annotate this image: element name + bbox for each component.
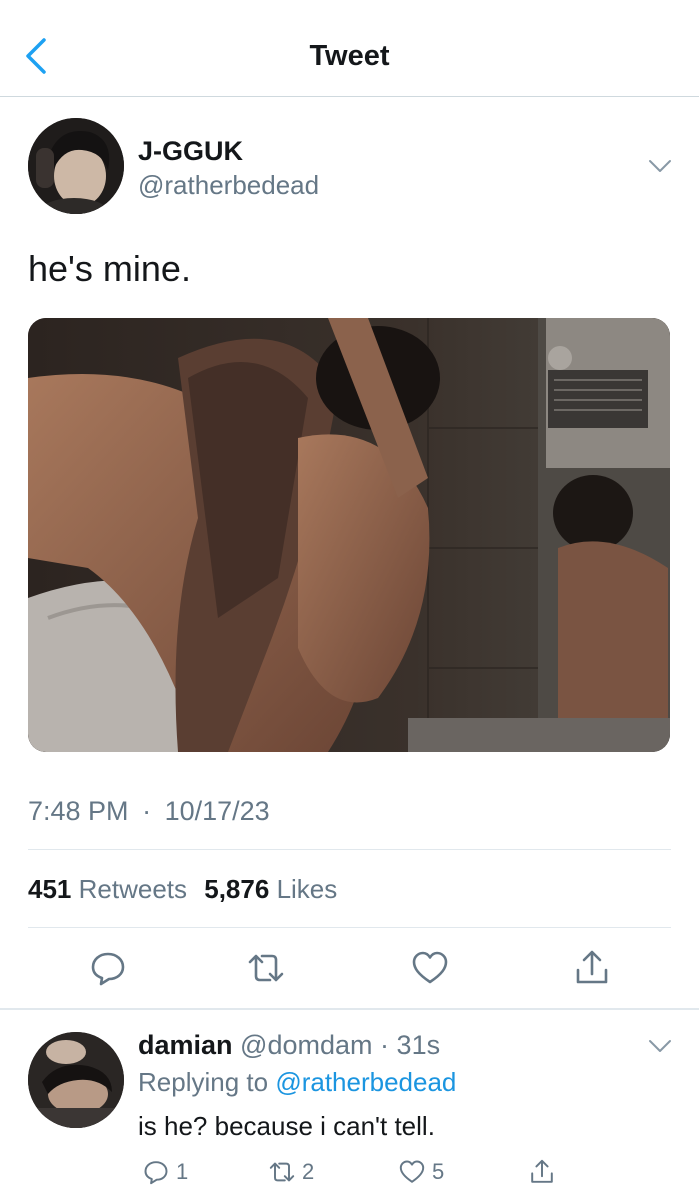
heart-icon (412, 951, 448, 984)
reply-author-name[interactable]: damian (138, 1030, 233, 1060)
replying-handle-link[interactable]: @ratherbedead (275, 1067, 456, 1097)
reply-retweet-count: 2 (302, 1159, 315, 1184)
tweet-media-image[interactable] (28, 318, 670, 752)
share-button[interactable] (572, 948, 612, 988)
like-button[interactable] (410, 948, 450, 988)
retweet-button[interactable] (246, 948, 286, 988)
reply-author-handle[interactable]: @domdam (240, 1030, 372, 1060)
retweet-icon (248, 954, 284, 982)
reply-like-count: 5 (432, 1159, 445, 1184)
timestamp-separator: · (142, 796, 152, 826)
tweet-menu-button[interactable] (648, 158, 672, 174)
nav-bar: Tweet (0, 0, 699, 97)
tweet-text: he's mine. (28, 248, 191, 289)
tweet-timestamp: 7:48 PM · 10/17/23 (28, 796, 270, 827)
reply-action-bar: 1 2 5 (138, 1158, 678, 1190)
reply-like-button[interactable]: 5 (398, 1158, 444, 1186)
reply-text: is he? because i can't tell. (138, 1111, 435, 1141)
section-divider (0, 1008, 699, 1010)
chevron-down-icon (649, 1040, 671, 1052)
reply-share-button[interactable] (528, 1158, 556, 1186)
divider (28, 849, 671, 850)
reply-reply-button[interactable]: 1 (142, 1158, 188, 1186)
replying-prefix: Replying to (138, 1067, 269, 1097)
reply-button[interactable] (88, 948, 128, 988)
retweets-count[interactable]: 451 (28, 874, 71, 904)
tweet-time: 7:48 PM (28, 796, 129, 826)
reply-menu-button[interactable] (648, 1038, 672, 1054)
replying-to: Replying to @ratherbedead (138, 1067, 456, 1098)
comment-icon (144, 1161, 168, 1185)
author-handle[interactable]: @ratherbedead (138, 170, 319, 201)
chevron-down-icon (649, 160, 671, 172)
retweets-label[interactable]: Retweets (79, 874, 187, 904)
reply-author-avatar[interactable] (28, 1032, 124, 1128)
likes-count[interactable]: 5,876 (204, 874, 269, 904)
author-name[interactable]: J-GGUK (138, 136, 243, 167)
tweet-date: 10/17/23 (164, 796, 270, 826)
share-icon (576, 950, 608, 984)
tweet-stats: 451 Retweets 5,876 Likes (28, 874, 347, 905)
page-title: Tweet (309, 40, 390, 72)
comment-icon (91, 952, 125, 986)
reply-time: 31s (396, 1030, 441, 1060)
divider (28, 927, 671, 928)
likes-label[interactable]: Likes (277, 874, 338, 904)
reply-separator: · (380, 1030, 390, 1060)
share-icon (531, 1159, 553, 1183)
heart-icon (399, 1160, 425, 1183)
retweet-icon (269, 1162, 295, 1182)
reply-retweet-button[interactable]: 2 (268, 1158, 314, 1186)
author-avatar[interactable] (28, 118, 124, 214)
reply-reply-count: 1 (176, 1159, 189, 1184)
reply-header: damian @domdam · 31s (138, 1030, 440, 1061)
